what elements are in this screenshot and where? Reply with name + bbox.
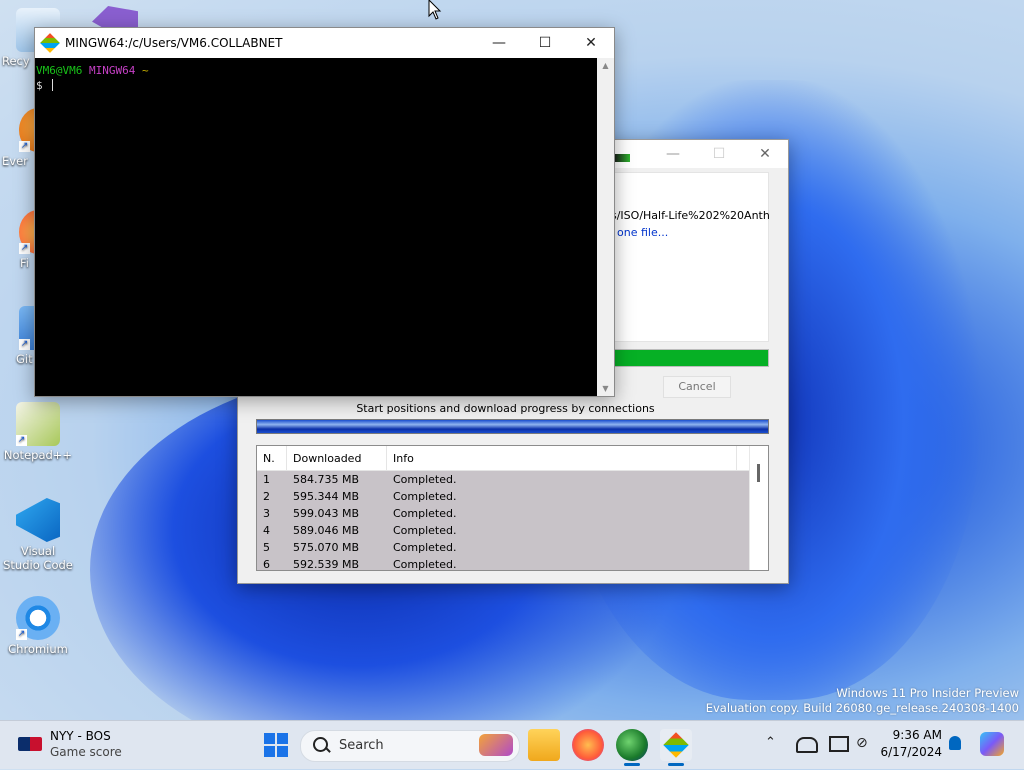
search-placeholder: Search bbox=[339, 738, 384, 753]
desktop-icon-label: Chromium bbox=[8, 642, 68, 656]
git-bash-taskbar-icon[interactable] bbox=[660, 729, 692, 761]
download-app-icon bbox=[614, 154, 630, 162]
cell-info: Completed. bbox=[393, 490, 457, 503]
cell-downloaded: 592.539 MB bbox=[293, 558, 360, 571]
widget-title: NYY - BOS bbox=[50, 729, 111, 743]
prompt-path: ~ bbox=[141, 64, 149, 77]
table-row[interactable]: 3 599.043 MB Completed. bbox=[257, 505, 768, 522]
terminal-vscrollbar[interactable]: ▲ ▼ bbox=[597, 58, 614, 396]
cell-downloaded: 584.735 MB bbox=[293, 473, 360, 486]
start-button[interactable] bbox=[264, 733, 288, 757]
cell-n: 5 bbox=[263, 541, 270, 554]
table-row[interactable]: 4 589.046 MB Completed. bbox=[257, 522, 768, 539]
file-explorer-icon[interactable] bbox=[528, 729, 560, 761]
table-row[interactable]: 1 584.735 MB Completed. bbox=[257, 471, 768, 488]
cell-info: Completed. bbox=[393, 473, 457, 486]
command-line[interactable]: $ bbox=[36, 79, 596, 92]
table-vscrollbar[interactable] bbox=[749, 446, 768, 570]
search-box[interactable]: Search bbox=[300, 730, 520, 762]
cell-downloaded: 599.043 MB bbox=[293, 507, 360, 520]
terminal-titlebar[interactable]: MINGW64:/c/Users/VM6.COLLABNET — ☐ ✕ bbox=[35, 28, 614, 58]
cell-n: 2 bbox=[263, 490, 270, 503]
cell-n: 1 bbox=[263, 473, 270, 486]
cancel-button[interactable]: Cancel bbox=[663, 376, 731, 398]
prompt-env: MINGW64 bbox=[88, 64, 136, 77]
connections-caption: Start positions and download progress by… bbox=[356, 402, 655, 415]
clock-time: 9:36 AM bbox=[892, 728, 942, 742]
network-icon[interactable] bbox=[796, 737, 818, 753]
table-row[interactable]: 6 592.539 MB Completed. bbox=[257, 556, 768, 571]
desktop-icon-notepadpp[interactable]: ↗ Notepad++ bbox=[2, 402, 74, 462]
weather-widget[interactable]: NYY - BOS Game score bbox=[18, 728, 128, 762]
chromium-icon: ↗ bbox=[16, 596, 60, 640]
widget-subtitle: Game score bbox=[50, 745, 122, 759]
cell-n: 3 bbox=[263, 507, 270, 520]
desktop-icon-label: Visual Studio Code bbox=[3, 544, 73, 572]
clock-date: 6/17/2024 bbox=[880, 745, 942, 759]
windows-watermark: Windows 11 Pro Insider Preview Evaluatio… bbox=[706, 686, 1019, 716]
cell-n: 6 bbox=[263, 558, 270, 571]
download-url: s/ISO/Half-Life%202%20Anth bbox=[611, 209, 770, 222]
copilot-icon[interactable] bbox=[980, 732, 1004, 756]
mlb-icon bbox=[18, 737, 42, 751]
prompt-symbol: $ bbox=[36, 79, 43, 92]
column-header-info[interactable]: Info bbox=[387, 446, 737, 470]
scroll-down-arrow-icon[interactable]: ▼ bbox=[597, 384, 614, 393]
scroll-thumb[interactable] bbox=[757, 464, 760, 482]
desktop-icon-label: Notepad++ bbox=[3, 448, 73, 462]
cell-n: 4 bbox=[263, 524, 270, 537]
cell-info: Completed. bbox=[393, 507, 457, 520]
table-row[interactable]: 2 595.344 MB Completed. bbox=[257, 488, 768, 505]
watermark-line2: Evaluation copy. Build 26080.ge_release.… bbox=[705, 701, 1019, 715]
maximize-button[interactable]: ☐ bbox=[696, 139, 742, 169]
notepadpp-icon: ↗ bbox=[16, 402, 60, 446]
close-button[interactable]: ✕ bbox=[568, 28, 614, 58]
terminal-screen[interactable]: VM6@VM6 MINGW64 ~ $ bbox=[35, 58, 597, 396]
table-body: 1 584.735 MB Completed. 2 595.344 MB Complete… bbox=[257, 471, 768, 571]
cell-downloaded: 575.070 MB bbox=[293, 541, 360, 554]
table-row[interactable]: 5 575.070 MB Completed. bbox=[257, 539, 768, 556]
download-manager-taskbar-icon[interactable] bbox=[616, 729, 648, 761]
desktop-icon-vscode[interactable]: ↗ Visual Studio Code bbox=[2, 498, 74, 572]
terminal-title: MINGW64:/c/Users/VM6.COLLABNET bbox=[65, 36, 283, 50]
taskbar: NYY - BOS Game score Search ⌃ ⊘ 9:36 AM … bbox=[0, 720, 1024, 769]
display-icon[interactable] bbox=[829, 736, 849, 752]
desktop-icon-chromium[interactable]: ↗ Chromium bbox=[2, 596, 74, 656]
download-link[interactable]: one file... bbox=[617, 226, 668, 239]
cell-info: Completed. bbox=[393, 524, 457, 537]
running-indicator bbox=[668, 763, 684, 766]
watermark-line1: Windows 11 Pro Insider Preview bbox=[836, 686, 1019, 700]
table-header: N. Downloaded Info bbox=[257, 446, 768, 471]
column-header-n[interactable]: N. bbox=[257, 446, 287, 470]
minimize-button[interactable]: — bbox=[476, 28, 522, 58]
prompt-line: VM6@VM6 MINGW64 ~ bbox=[36, 64, 596, 77]
cell-info: Completed. bbox=[393, 558, 457, 571]
running-indicator bbox=[624, 763, 640, 766]
search-highlight-icon bbox=[479, 734, 513, 756]
terminal-window[interactable]: MINGW64:/c/Users/VM6.COLLABNET — ☐ ✕ VM6… bbox=[34, 27, 615, 397]
cell-info: Completed. bbox=[393, 541, 457, 554]
cell-downloaded: 595.344 MB bbox=[293, 490, 360, 503]
close-button[interactable]: ✕ bbox=[742, 139, 788, 169]
git-bash-icon bbox=[40, 33, 60, 53]
windows-logo-icon bbox=[264, 733, 275, 744]
prompt-user: VM6@VM6 bbox=[36, 64, 83, 77]
maximize-button[interactable]: ☐ bbox=[522, 28, 568, 58]
text-cursor bbox=[52, 79, 54, 91]
connections-progress-bar bbox=[256, 419, 769, 434]
scroll-up-arrow-icon[interactable]: ▲ bbox=[597, 58, 614, 70]
clock[interactable]: 9:36 AM 6/17/2024 bbox=[880, 727, 942, 761]
connections-table[interactable]: N. Downloaded Info 1 584.735 MB Completed.… bbox=[256, 445, 769, 571]
notification-bell-icon[interactable] bbox=[949, 736, 961, 750]
column-header-downloaded[interactable]: Downloaded bbox=[287, 446, 387, 470]
accessibility-icon[interactable]: ⊘ bbox=[856, 735, 868, 751]
cell-downloaded: 589.046 MB bbox=[293, 524, 360, 537]
chevron-up-icon[interactable]: ⌃ bbox=[765, 735, 776, 750]
minimize-button[interactable]: — bbox=[650, 139, 696, 169]
firefox-taskbar-icon[interactable] bbox=[572, 729, 604, 761]
vscode-icon: ↗ bbox=[16, 498, 60, 542]
mouse-cursor-icon bbox=[428, 0, 442, 20]
